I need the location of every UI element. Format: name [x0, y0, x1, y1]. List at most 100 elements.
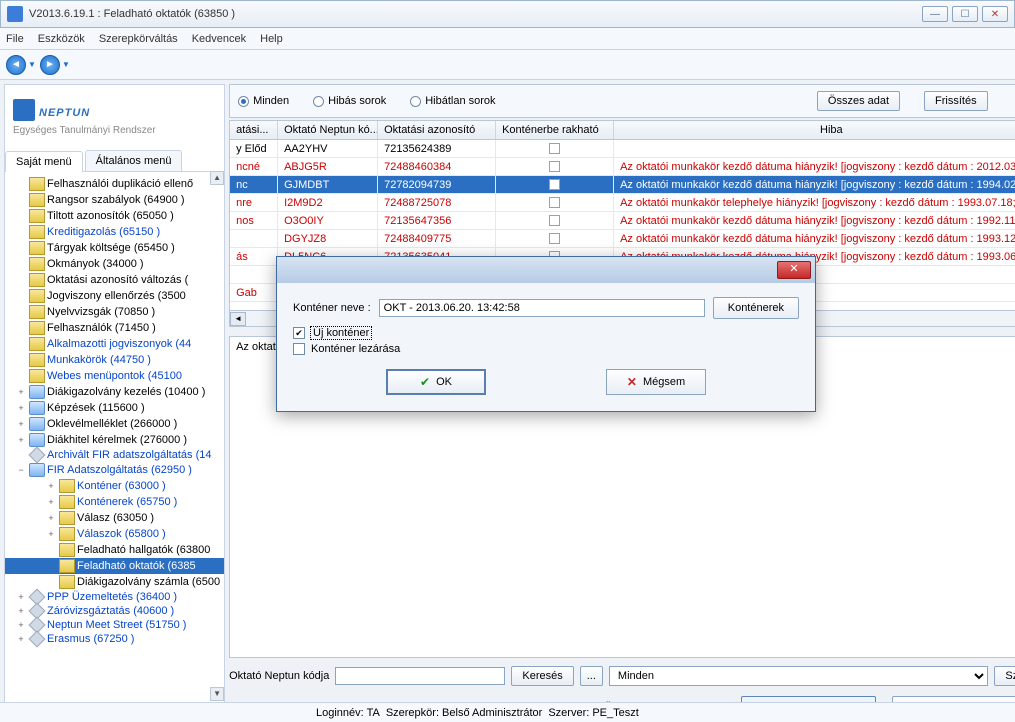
dialog-cancel-button[interactable]: ✕Mégsem — [606, 369, 706, 395]
tree-item[interactable]: Felhasználók (71450 ) — [5, 320, 224, 336]
tree-item[interactable]: Okmányok (34000 ) — [5, 256, 224, 272]
container-name-label: Konténer neve : — [293, 302, 371, 314]
tree-item[interactable]: +Diákigazolvány kezelés (10400 ) — [5, 384, 224, 400]
nav-back-button[interactable]: ◄ — [6, 55, 26, 75]
search-input[interactable] — [335, 667, 505, 685]
grid-header: atási... Oktató Neptun kó... Oktatási az… — [230, 121, 1015, 140]
tab-own-menu[interactable]: Saját menü — [5, 151, 83, 172]
table-row[interactable]: ncGJMDBT72782094739Az oktatói munkakör k… — [230, 176, 1015, 194]
tree-item-label: Munkakörök (44750 ) — [47, 354, 151, 366]
containers-button[interactable]: Konténerek — [713, 297, 799, 319]
col-kontenerbe[interactable]: Konténerbe rakható — [496, 121, 614, 139]
filter-bar: Minden Hibás sorok Hibátlan sorok Összes… — [229, 84, 1015, 118]
tree-item[interactable]: Webes menüpontok (45100 — [5, 368, 224, 384]
col-neptun-code[interactable]: Oktató Neptun kó... — [278, 121, 378, 139]
doc-icon — [29, 273, 45, 287]
tree-view[interactable]: Felhasználói duplikáció ellenőRangsor sz… — [5, 172, 224, 703]
tree-item[interactable]: Feladható oktatók (6385 — [5, 558, 224, 574]
menu-role-switch[interactable]: Szerepkörváltás — [99, 33, 178, 45]
table-row[interactable]: ncnéABJG5R72488460384Az oktatói munkakör… — [230, 158, 1015, 176]
row-checkbox[interactable] — [549, 161, 560, 172]
tree-item[interactable]: +Neptun Meet Street (51750 ) — [5, 618, 224, 632]
filter-button[interactable]: Szűrés — [994, 666, 1015, 686]
tree-item[interactable]: +Képzések (115600 ) — [5, 400, 224, 416]
maximize-button[interactable]: ☐ — [952, 6, 978, 22]
table-row[interactable]: y ElődAA2YHV72135624389 — [230, 140, 1015, 158]
tree-item[interactable]: Rangsor szabályok (64900 ) — [5, 192, 224, 208]
tree-item[interactable]: Tárgyak költsége (65450 ) — [5, 240, 224, 256]
table-row[interactable]: nreI2M9D272488725078Az oktatói munkakör … — [230, 194, 1015, 212]
tree-item[interactable]: Jogviszony ellenőrzés (3500 — [5, 288, 224, 304]
col-oktatasi-azon[interactable]: Oktatási azonosító — [378, 121, 496, 139]
tree-item[interactable]: Kreditigazolás (65150 ) — [5, 224, 224, 240]
refresh-button[interactable]: Frissítés — [924, 91, 988, 111]
tree-item[interactable]: +Diákhitel kérelmek (276000 ) — [5, 432, 224, 448]
dialog-close-button[interactable]: ✕ — [777, 261, 811, 279]
menu-tools[interactable]: Eszközök — [38, 33, 85, 45]
tree-item-label: Neptun Meet Street (51750 ) — [47, 619, 186, 631]
tree-item[interactable]: +Erasmus (67250 ) — [5, 632, 224, 646]
tree-item[interactable]: Felhasználói duplikáció ellenő — [5, 176, 224, 192]
doc-icon — [59, 543, 75, 557]
nav-forward-dropdown-icon[interactable]: ▼ — [62, 60, 72, 69]
tree-item[interactable]: Oktatási azonosító változás ( — [5, 272, 224, 288]
tree-scroll-up-icon[interactable]: ▲ — [210, 171, 224, 185]
tree-item[interactable]: +PPP Üzemeltetés (36400 ) — [5, 590, 224, 604]
dialog-titlebar[interactable]: ✕ — [277, 257, 815, 283]
tree-item[interactable]: +Záróvizsgáztatás (40600 ) — [5, 604, 224, 618]
new-container-checkbox[interactable]: ✔ — [293, 327, 305, 339]
table-row[interactable]: DGYJZ872488409775Az oktatói munkakör kez… — [230, 230, 1015, 248]
logo-subtitle: Egységes Tanulmányi Rendszer — [13, 125, 216, 136]
row-checkbox[interactable] — [549, 143, 560, 154]
tree-item[interactable]: +Válaszok (65800 ) — [5, 526, 224, 542]
tab-general-menu[interactable]: Általános menü — [85, 150, 183, 171]
row-checkbox[interactable] — [549, 179, 560, 190]
minimize-button[interactable]: — — [922, 6, 948, 22]
tree-item[interactable]: +Konténerek (65750 ) — [5, 494, 224, 510]
tree-item-label: Tiltott azonosítók (65050 ) — [47, 210, 174, 222]
menu-help[interactable]: Help — [260, 33, 283, 45]
nav-back-dropdown-icon[interactable]: ▼ — [28, 60, 38, 69]
radio-all[interactable]: Minden — [238, 95, 289, 107]
doc-icon — [29, 225, 45, 239]
tree-item-label: Záróvizsgáztatás (40600 ) — [47, 605, 174, 617]
tree-item-label: Oklevélmelléklet (266000 ) — [47, 418, 177, 430]
tree-item[interactable]: Diákigazolvány számla (6500 — [5, 574, 224, 590]
tree-scroll-down-icon[interactable]: ▼ — [210, 687, 224, 701]
diamond-icon — [29, 631, 46, 648]
tree-item[interactable]: Tiltott azonosítók (65050 ) — [5, 208, 224, 224]
table-row[interactable]: nosO3O0IY72135647356Az oktatói munkakör … — [230, 212, 1015, 230]
tree-item[interactable]: +Oklevélmelléklet (266000 ) — [5, 416, 224, 432]
row-checkbox[interactable] — [549, 233, 560, 244]
nav-forward-button[interactable]: ► — [40, 55, 60, 75]
row-checkbox[interactable] — [549, 197, 560, 208]
radio-good-rows[interactable]: Hibátlan sorok — [410, 95, 495, 107]
col-oktatasi[interactable]: atási... — [230, 121, 278, 139]
all-data-button[interactable]: Összes adat — [817, 91, 900, 111]
dialog-ok-button[interactable]: ✔OK — [386, 369, 486, 395]
search-bar: Oktató Neptun kódja Keresés ... Minden S… — [229, 666, 1015, 686]
close-container-checkbox[interactable] — [293, 343, 305, 355]
tree-item[interactable]: −FIR Adatszolgáltatás (62950 ) — [5, 462, 224, 478]
tree-item[interactable]: Munkakörök (44750 ) — [5, 352, 224, 368]
tree-item[interactable]: Alkalmazotti jogviszonyok (44 — [5, 336, 224, 352]
tree-item[interactable]: Archivált FIR adatszolgáltatás (14 — [5, 448, 224, 462]
tree-item[interactable]: +Válasz (63050 ) — [5, 510, 224, 526]
menu-favorites[interactable]: Kedvencek — [192, 33, 246, 45]
col-hiba[interactable]: Hiba — [614, 121, 1015, 139]
container-name-input[interactable] — [379, 299, 705, 317]
tree-item-label: Jogviszony ellenőrzés (3500 — [47, 290, 186, 302]
search-scope-select[interactable]: Minden — [609, 666, 988, 686]
tree-item-label: Nyelvvizsgák (70850 ) — [47, 306, 155, 318]
container-dialog: ✕ Konténer neve : Konténerek ✔ Új kontén… — [276, 256, 816, 412]
close-button[interactable]: ✕ — [982, 6, 1008, 22]
tree-item[interactable]: Feladható hallgatók (63800 — [5, 542, 224, 558]
tree-item[interactable]: Nyelvvizsgák (70850 ) — [5, 304, 224, 320]
radio-bad-rows[interactable]: Hibás sorok — [313, 95, 386, 107]
search-button[interactable]: Keresés — [511, 666, 573, 686]
tree-item-label: Válasz (63050 ) — [77, 512, 154, 524]
tree-item[interactable]: +Konténer (63000 ) — [5, 478, 224, 494]
row-checkbox[interactable] — [549, 215, 560, 226]
menu-file[interactable]: File — [6, 33, 24, 45]
search-more-button[interactable]: ... — [580, 666, 603, 686]
